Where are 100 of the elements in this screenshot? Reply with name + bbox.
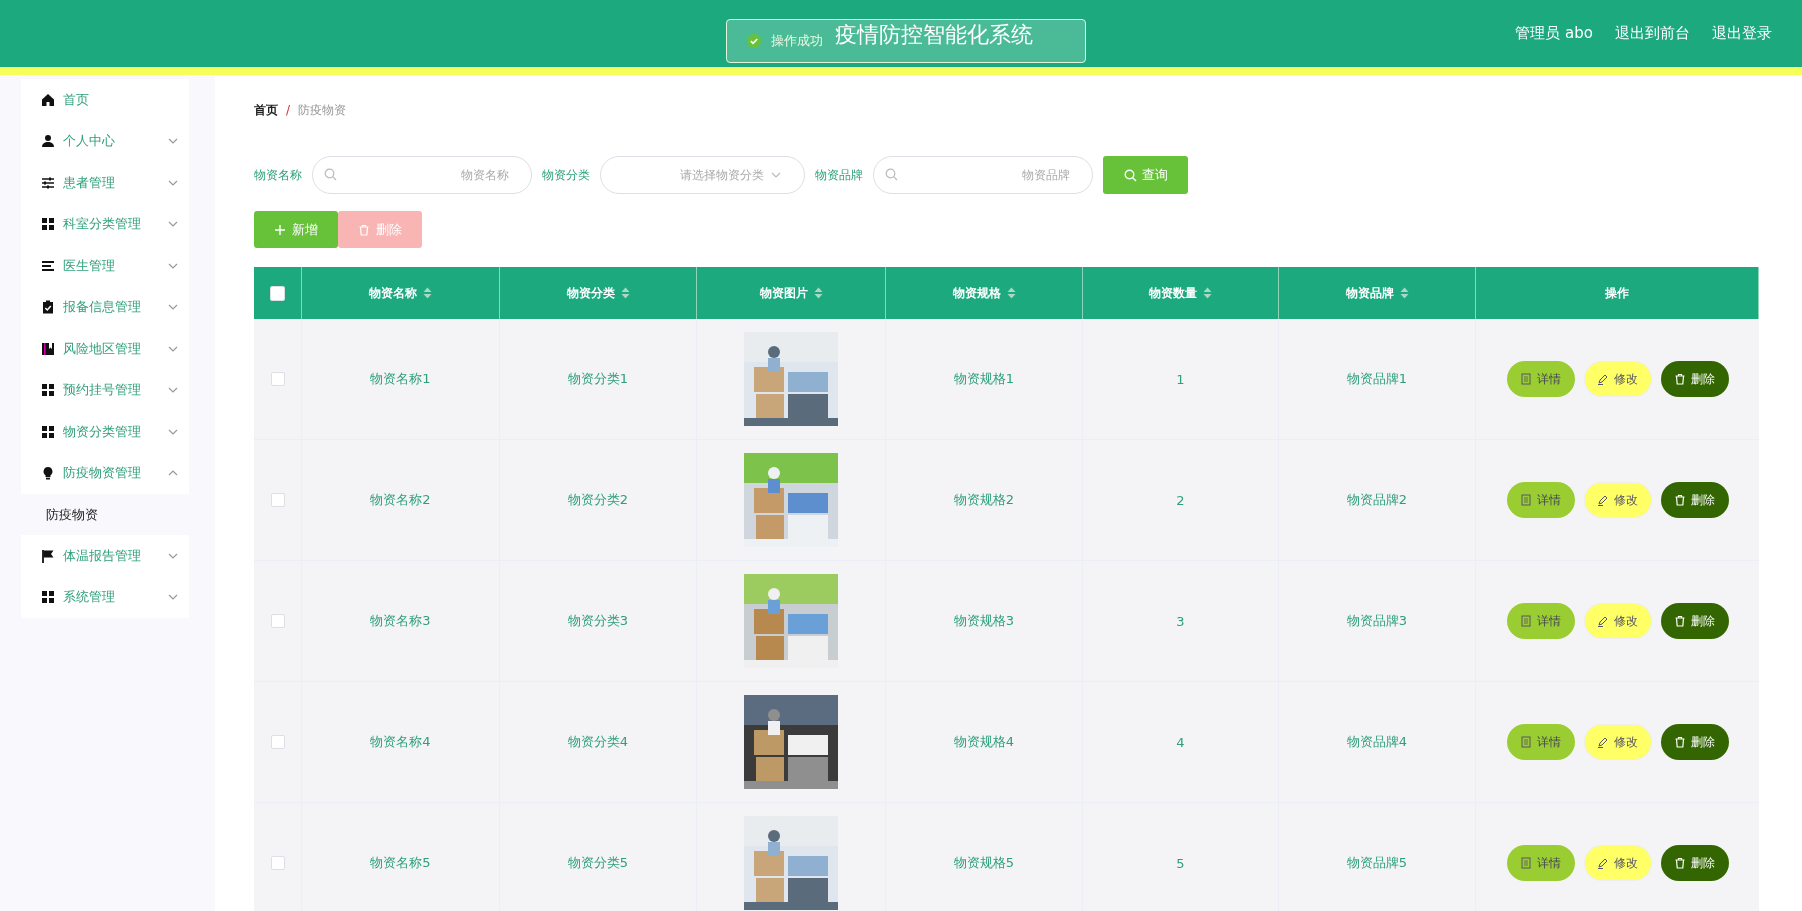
- check-circle-icon: [747, 34, 761, 48]
- grid-icon: [41, 217, 55, 232]
- search-icon: [1123, 168, 1137, 182]
- breadcrumb-separator: /: [286, 103, 291, 117]
- trash-icon: [1674, 615, 1686, 627]
- checkbox[interactable]: [270, 614, 285, 628]
- list-icon: [41, 258, 55, 273]
- checkbox[interactable]: [270, 856, 285, 870]
- table-cell: 物资名称5: [370, 854, 431, 872]
- search-field[interactable]: 物资品牌: [873, 156, 1093, 194]
- pencil-icon: [1597, 736, 1609, 748]
- table-cell: 物资名称4: [370, 733, 431, 751]
- sliders-icon: [41, 175, 55, 190]
- table-cell: 物资规格5: [953, 854, 1015, 872]
- delete-button[interactable]: 删除: [1660, 724, 1729, 760]
- document-icon: [1520, 857, 1532, 869]
- menu-item[interactable]: 预约挂号管理: [21, 369, 189, 411]
- menu-item[interactable]: 个人中心: [21, 120, 189, 162]
- field-label: 物资分类: [542, 166, 590, 184]
- edit-button[interactable]: 修改: [1583, 361, 1652, 397]
- table-cell: 物资品牌2: [1346, 491, 1408, 509]
- menu-item[interactable]: 患者管理: [21, 162, 189, 204]
- checkbox[interactable]: [270, 285, 285, 301]
- add-button[interactable]: 新增: [254, 211, 338, 248]
- column-header[interactable]: 物资分类: [566, 284, 615, 302]
- column-header[interactable]: 物资规格: [952, 284, 1001, 302]
- column-header[interactable]: 操作: [1605, 284, 1629, 302]
- menu-item[interactable]: 防疫物资管理: [21, 452, 189, 494]
- toast-message: 操作成功: [771, 32, 823, 50]
- edit-button[interactable]: 修改: [1583, 724, 1652, 760]
- search-field[interactable]: 物资名称: [312, 156, 532, 194]
- trash-icon: [1674, 494, 1686, 506]
- header-link[interactable]: 退出登录: [1712, 24, 1772, 43]
- column-header[interactable]: 物资品牌: [1345, 284, 1394, 302]
- menu-item[interactable]: 报备信息管理: [21, 286, 189, 328]
- table-cell: 物资名称1: [370, 370, 431, 388]
- column-header[interactable]: 物资图片: [759, 284, 808, 302]
- trash-icon: [1674, 857, 1686, 869]
- grid-icon: [41, 424, 55, 439]
- column-header[interactable]: 物资数量: [1149, 284, 1197, 302]
- menu-item[interactable]: 医生管理: [21, 245, 189, 287]
- grid-icon: [41, 383, 55, 398]
- document-icon: [1520, 373, 1532, 385]
- details-button[interactable]: 详情: [1506, 845, 1575, 881]
- trash-icon: [358, 223, 370, 236]
- details-button[interactable]: 详情: [1506, 361, 1575, 397]
- edit-button[interactable]: 修改: [1583, 845, 1652, 881]
- menu-item[interactable]: 首页: [21, 79, 189, 121]
- trash-icon: [1674, 373, 1686, 385]
- pencil-icon: [1597, 494, 1609, 506]
- table-cell: 3: [1176, 613, 1185, 629]
- table-cell: 物资品牌4: [1346, 733, 1408, 751]
- details-button[interactable]: 详情: [1506, 603, 1575, 639]
- delete-button[interactable]: 删除: [1660, 482, 1729, 518]
- menu-item[interactable]: 科室分类管理: [21, 203, 189, 245]
- document-icon: [1520, 615, 1532, 627]
- pencil-icon: [1597, 373, 1609, 385]
- flag-icon: [41, 548, 55, 563]
- menu-item[interactable]: 系统管理: [21, 576, 189, 618]
- plus-icon: [274, 223, 286, 236]
- delete-button[interactable]: 删除: [1660, 361, 1729, 397]
- table-cell: 物资分类1: [567, 370, 629, 388]
- table-cell: 2: [1176, 492, 1185, 508]
- table-cell: 物资名称2: [370, 491, 431, 509]
- table-cell: 5: [1176, 855, 1185, 871]
- clipboard-check-icon: [41, 300, 55, 315]
- checkbox[interactable]: [270, 735, 285, 749]
- user-name-link[interactable]: 管理员 abo: [1515, 24, 1593, 43]
- table-cell: 物资规格4: [953, 733, 1015, 751]
- menu-item[interactable]: 体温报告管理: [21, 535, 189, 577]
- trash-icon: [1674, 736, 1686, 748]
- pencil-icon: [1597, 615, 1609, 627]
- table-cell: 物资品牌1: [1346, 370, 1408, 388]
- breadcrumb-link[interactable]: 首页: [254, 101, 278, 119]
- checkbox[interactable]: [270, 493, 285, 507]
- table-cell: 物资品牌5: [1346, 854, 1408, 872]
- checkbox[interactable]: [270, 372, 285, 386]
- app-title: 疫情防控智能化系统: [835, 21, 1033, 49]
- details-button[interactable]: 详情: [1506, 724, 1575, 760]
- submenu-item[interactable]: 防疫物资: [21, 494, 215, 535]
- delete-button[interactable]: 删除: [1660, 603, 1729, 639]
- table-cell: 物资规格1: [953, 370, 1015, 388]
- edit-button[interactable]: 修改: [1583, 482, 1652, 518]
- edit-button[interactable]: 修改: [1583, 603, 1652, 639]
- delete-button[interactable]: 删除: [1660, 845, 1729, 881]
- field-label: 物资名称: [254, 166, 302, 184]
- table-cell: 1: [1176, 371, 1185, 387]
- table-cell: 物资分类2: [567, 491, 629, 509]
- search-icon: [324, 168, 337, 181]
- menu-item[interactable]: 物资分类管理: [21, 411, 189, 453]
- table-cell: 物资品牌3: [1346, 612, 1408, 630]
- details-button[interactable]: 详情: [1506, 482, 1575, 518]
- table-cell: 物资分类5: [567, 854, 629, 872]
- menu-item[interactable]: 风险地区管理: [21, 328, 189, 370]
- table-cell: 物资分类3: [567, 612, 629, 630]
- column-header[interactable]: 物资名称: [369, 284, 417, 302]
- header-link[interactable]: 退出到前台: [1615, 24, 1690, 43]
- table-cell: 物资规格3: [953, 612, 1015, 630]
- search-button[interactable]: 查询: [1103, 156, 1188, 194]
- document-icon: [1520, 736, 1532, 748]
